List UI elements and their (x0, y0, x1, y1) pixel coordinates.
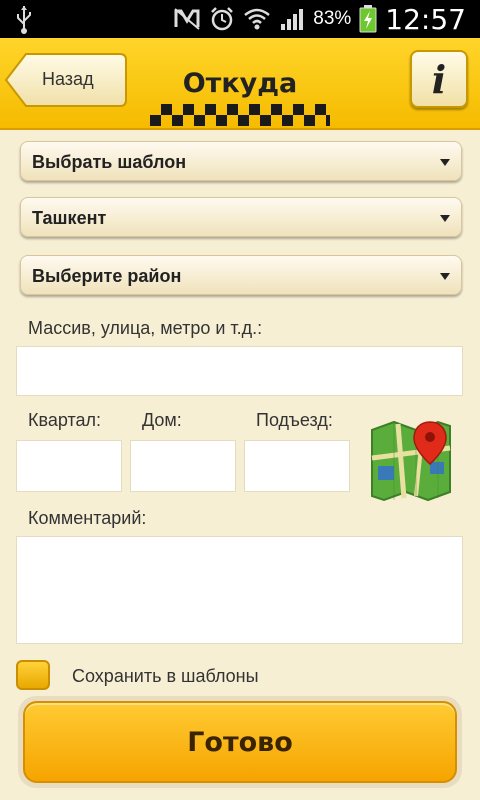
template-select-value: Выбрать шаблон (32, 152, 187, 172)
block-label: Квартал: (28, 410, 102, 430)
entrance-label: Подъезд: (256, 410, 333, 430)
battery-charging-icon (359, 5, 377, 33)
template-select[interactable]: Выбрать шаблон (20, 141, 462, 181)
comment-label: Комментарий: (28, 508, 147, 528)
house-input[interactable] (130, 440, 236, 492)
done-button[interactable]: Готово (18, 696, 462, 788)
street-input[interactable] (16, 346, 463, 396)
house-label: Дом: (142, 410, 182, 430)
save-template-checkbox[interactable] (16, 660, 50, 690)
app-header: Назад Откуда i (0, 38, 480, 130)
info-button[interactable]: i (410, 50, 468, 108)
signal-icon (281, 9, 304, 30)
dropdown-caret-icon (440, 159, 450, 166)
done-button-label: Готово (23, 701, 457, 783)
back-button-label: Назад (42, 69, 94, 89)
entrance-input[interactable] (244, 440, 350, 492)
city-select[interactable]: Ташкент (20, 197, 462, 237)
map-pin-icon[interactable] (368, 418, 454, 502)
usb-icon (17, 6, 31, 34)
district-select-value: Выберите район (32, 266, 182, 286)
dropdown-caret-icon (440, 215, 450, 222)
status-bar: 83% 12:57 (0, 0, 480, 38)
page-title: Откуда (182, 68, 298, 99)
taxi-checker-decoration (150, 104, 330, 126)
district-select[interactable]: Выберите район (20, 255, 462, 295)
street-label: Массив, улица, метро и т.д.: (28, 318, 263, 338)
wifi-icon (244, 8, 271, 30)
save-template-label: Сохранить в шаблоны (72, 666, 259, 686)
city-select-value: Ташкент (32, 208, 107, 228)
battery-percent: 83% (313, 8, 352, 29)
alarm-icon (211, 7, 234, 31)
back-button[interactable]: Назад (4, 52, 128, 108)
mute-icon (174, 8, 200, 30)
clock: 12:57 (385, 2, 466, 36)
comment-textarea[interactable] (16, 536, 463, 644)
dropdown-caret-icon (440, 273, 450, 280)
block-input[interactable] (16, 440, 122, 492)
